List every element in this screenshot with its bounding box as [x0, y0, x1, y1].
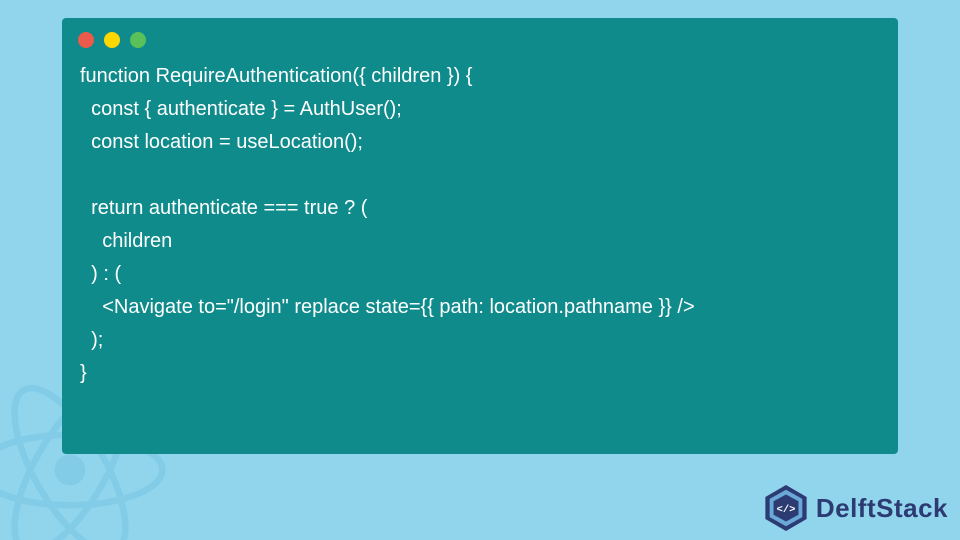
brand-name: DelftStack [816, 493, 948, 524]
code-block: function RequireAuthentication({ childre… [62, 56, 898, 408]
svg-text:</>: </> [776, 504, 795, 516]
window-maximize-icon [130, 32, 146, 48]
code-window: function RequireAuthentication({ childre… [62, 18, 898, 454]
brand-badge-icon: </> [762, 484, 810, 532]
window-controls [62, 18, 898, 56]
window-minimize-icon [104, 32, 120, 48]
brand-logo: </> DelftStack [762, 484, 948, 532]
window-close-icon [78, 32, 94, 48]
